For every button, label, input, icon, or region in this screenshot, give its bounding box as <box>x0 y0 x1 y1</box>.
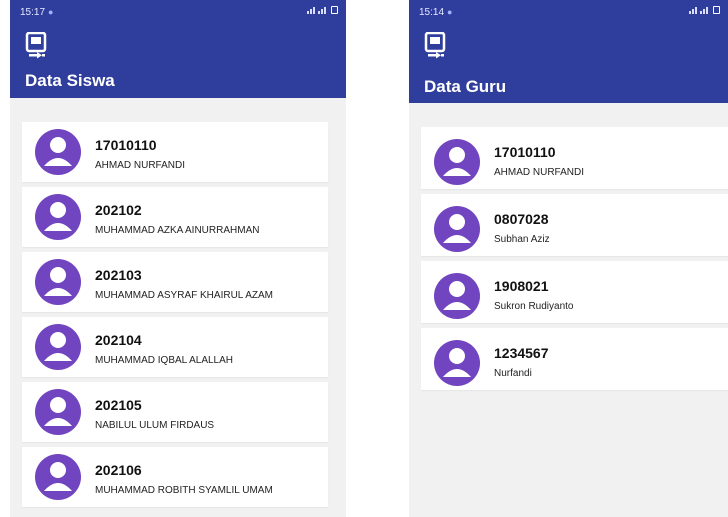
badge-icon <box>25 32 47 59</box>
list-item[interactable]: 202104 MUHAMMAD IQBAL ALALLAH <box>22 317 328 377</box>
status-bar-time: 15:17 ● <box>20 7 54 18</box>
list-item[interactable]: 202103 MUHAMMAD ASYRAF KHAIRUL AZAM <box>22 252 328 312</box>
item-id: 17010110 <box>95 137 157 153</box>
item-id: 1908021 <box>494 278 549 294</box>
list-item[interactable]: 202106 MUHAMMAD ROBITH SYAMLIL UMAM <box>22 447 328 507</box>
item-name: Sukron Rudiyanto <box>494 301 574 312</box>
item-id: 202104 <box>95 332 142 348</box>
item-name: MUHAMMAD ROBITH SYAMLIL UMAM <box>95 485 273 496</box>
user-avatar-icon <box>35 454 81 500</box>
item-id: 202103 <box>95 267 142 283</box>
badge-icon <box>424 32 446 59</box>
item-id: 202102 <box>95 202 142 218</box>
student-screen: 15:17 ● Data Siswa 17010110 AHMAD NURFAND… <box>10 0 346 517</box>
signal-icon <box>307 7 315 14</box>
item-name: NABILUL ULUM FIRDAUS <box>95 420 215 431</box>
signal-icon <box>318 7 326 14</box>
user-avatar-icon <box>35 259 81 305</box>
item-id: 202105 <box>95 397 142 413</box>
status-bar-icons <box>689 6 720 14</box>
battery-icon <box>331 6 338 14</box>
list-item[interactable]: 202105 NABILUL ULUM FIRDAUS <box>22 382 328 442</box>
user-avatar-icon <box>35 194 81 240</box>
signal-icon <box>689 7 697 14</box>
item-name: MUHAMMAD ASYRAF KHAIRUL AZAM <box>95 290 273 301</box>
item-id: 0807028 <box>494 211 549 227</box>
item-name: AHMAD NURFANDI <box>95 160 186 171</box>
item-name: MUHAMMAD IQBAL ALALLAH <box>95 355 234 366</box>
signal-icon <box>700 7 708 14</box>
student-list: 17010110 AHMAD NURFANDI 202102 MUHAMMAD … <box>22 122 328 512</box>
battery-icon <box>713 6 720 14</box>
user-avatar-icon <box>434 273 480 319</box>
page-title: Data Siswa <box>25 71 115 90</box>
teacher-list: 17010110 AHMAD NURFANDI 0807028 Subhan A… <box>421 127 728 395</box>
user-avatar-icon <box>35 389 81 435</box>
user-avatar-icon <box>434 206 480 252</box>
item-id: 17010110 <box>494 144 556 160</box>
user-avatar-icon <box>434 139 480 185</box>
list-item[interactable]: 17010110 AHMAD NURFANDI <box>22 122 328 182</box>
wifi-icon: ● <box>447 7 453 17</box>
list-item[interactable]: 0807028 Subhan Aziz <box>421 194 728 256</box>
user-avatar-icon <box>434 340 480 386</box>
item-id: 1234567 <box>494 345 549 361</box>
item-name: Nurfandi <box>494 368 532 379</box>
list-item[interactable]: 1234567 Nurfandi <box>421 328 728 390</box>
item-name: Subhan Aziz <box>494 234 550 245</box>
list-item[interactable]: 1908021 Sukron Rudiyanto <box>421 261 728 323</box>
item-id: 202106 <box>95 462 142 478</box>
teacher-screen: 15:14 ● Data Guru 17010110 AHMAD NURFANDI <box>409 0 728 517</box>
item-name: MUHAMMAD AZKA AINURRAHMAN <box>95 225 260 236</box>
user-avatar-icon <box>35 324 81 370</box>
list-item[interactable]: 202102 MUHAMMAD AZKA AINURRAHMAN <box>22 187 328 247</box>
wifi-icon: ● <box>48 7 54 17</box>
list-item[interactable]: 17010110 AHMAD NURFANDI <box>421 127 728 189</box>
app-bar: 15:17 ● Data Siswa <box>10 0 346 98</box>
status-bar-time: 15:14 ● <box>419 7 453 18</box>
status-bar-icons <box>307 6 338 14</box>
app-bar: 15:14 ● Data Guru <box>409 0 728 103</box>
page-title: Data Guru <box>424 77 507 96</box>
user-avatar-icon <box>35 129 81 175</box>
item-name: AHMAD NURFANDI <box>494 167 585 178</box>
